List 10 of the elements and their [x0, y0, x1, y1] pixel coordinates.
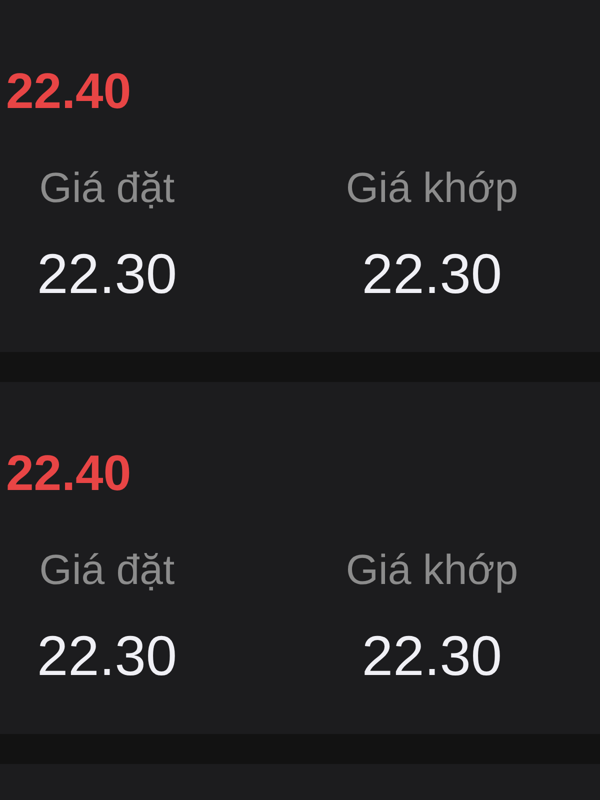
field-value: 22.30: [36, 242, 178, 306]
order-price: 22.40: [6, 444, 132, 503]
field-label: Giá khớp: [346, 545, 518, 595]
field-label: Giá đặt: [39, 545, 175, 595]
field-label: Giá đặt: [39, 163, 175, 213]
field-value: 22.30: [36, 624, 178, 688]
field-value: 22.30: [362, 242, 502, 306]
field-label: Giá khớp: [346, 163, 518, 213]
order-price: 22.40: [6, 62, 132, 121]
field-value: 22.30: [362, 624, 502, 688]
